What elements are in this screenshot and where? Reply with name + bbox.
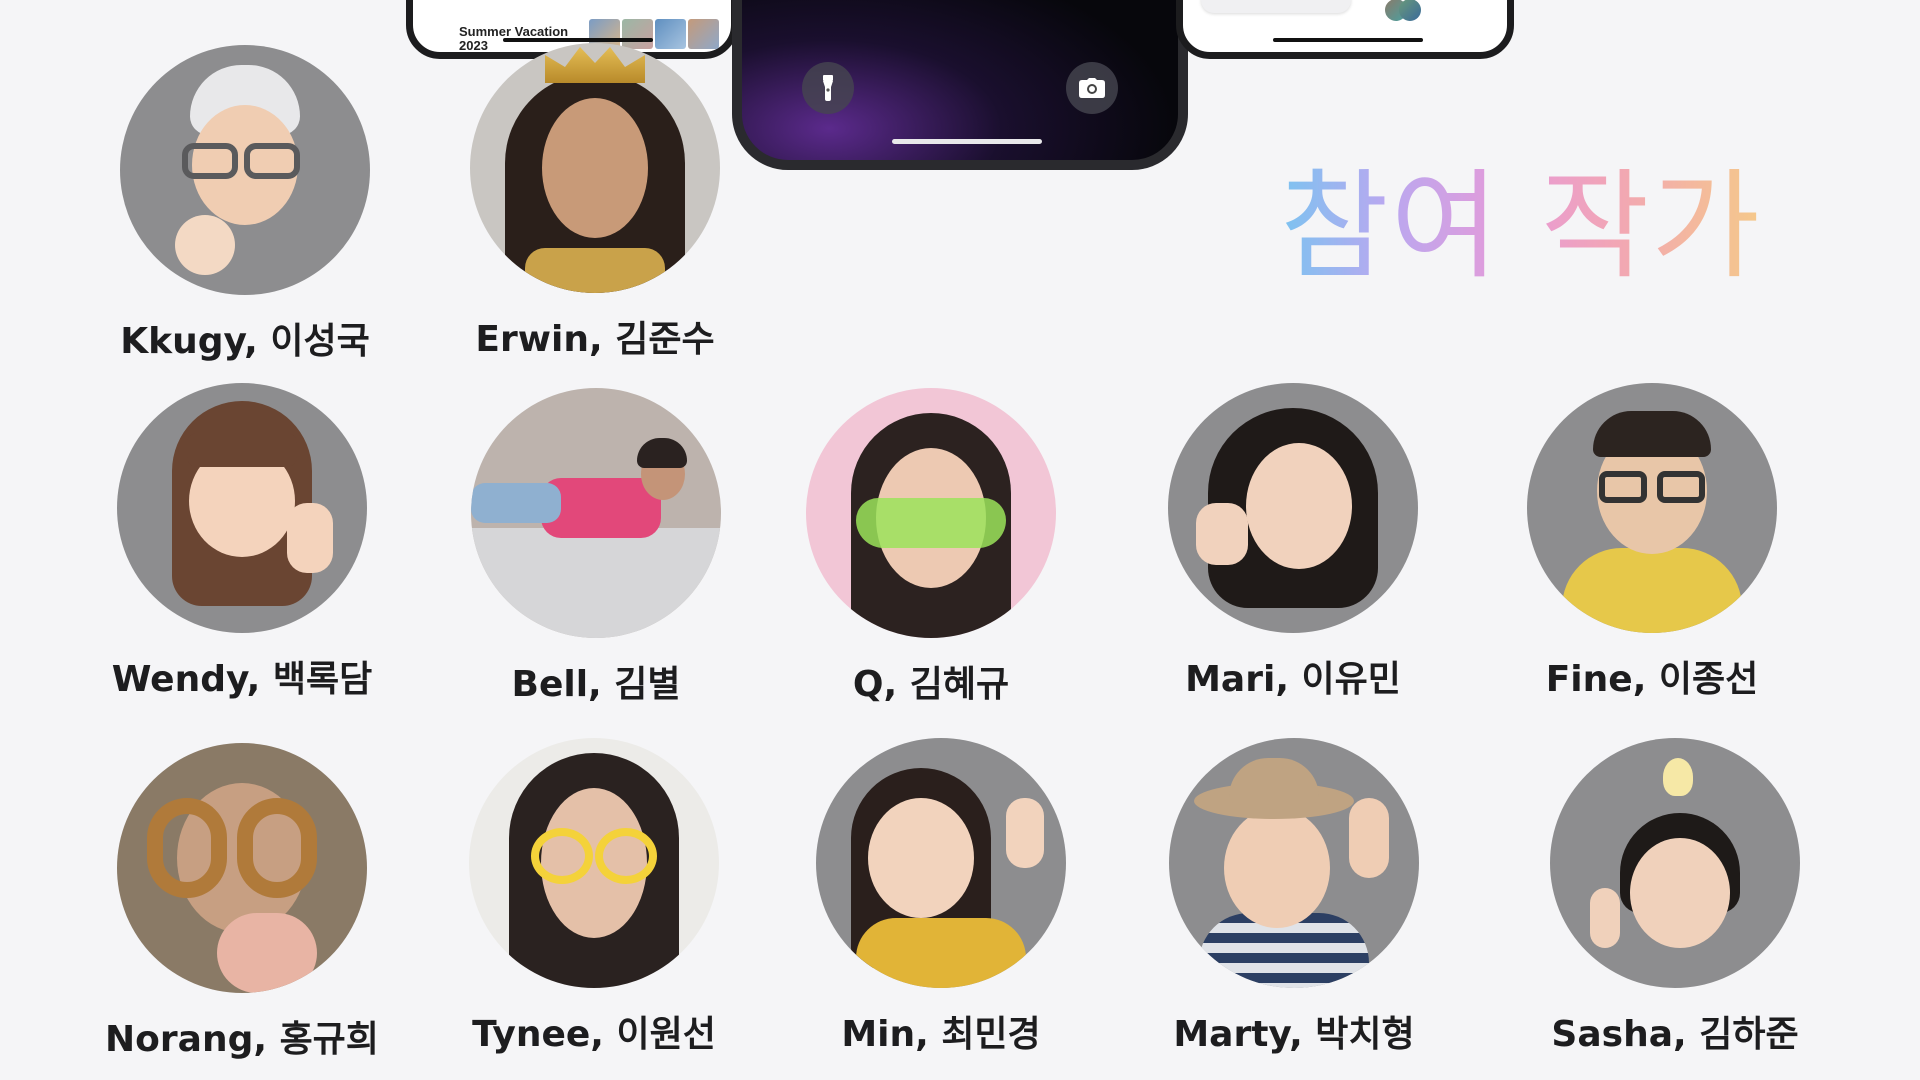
artist-card: Bell, 김별 bbox=[436, 388, 756, 708]
artist-card: Fine, 이종선 bbox=[1492, 383, 1812, 703]
memoji-avatar bbox=[1550, 738, 1800, 988]
artist-name: Norang, 홍규희 bbox=[105, 1019, 379, 1060]
artist-photo bbox=[117, 743, 367, 993]
camera-icon[interactable] bbox=[1066, 62, 1118, 114]
artist-name: Kkugy, 이성국 bbox=[120, 321, 370, 362]
artist-name: Erwin, 김준수 bbox=[475, 319, 715, 360]
phone-mockup-right bbox=[1176, 0, 1514, 59]
page-title: 참여 작가 bbox=[1280, 130, 1762, 301]
avatar bbox=[1399, 0, 1421, 21]
artist-photo bbox=[806, 388, 1056, 638]
artist-name: Min, 최민경 bbox=[841, 1014, 1041, 1055]
artist-name: Mari, 이유민 bbox=[1185, 659, 1401, 700]
memoji-avatar bbox=[1168, 383, 1418, 633]
artist-name: Bell, 김별 bbox=[511, 664, 681, 705]
artist-name: Wendy, 백록담 bbox=[111, 659, 373, 700]
artist-card: Kkugy, 이성국 bbox=[85, 45, 405, 365]
artist-name: Q, 김혜규 bbox=[852, 664, 1010, 705]
artist-card: Marty, 박치형 bbox=[1134, 738, 1454, 1058]
search-field bbox=[1201, 0, 1351, 13]
artist-card: Norang, 홍규희 bbox=[82, 743, 402, 1063]
home-indicator bbox=[892, 139, 1042, 144]
artist-card: Q, 김혜규 bbox=[771, 388, 1091, 708]
home-indicator bbox=[503, 38, 653, 42]
artist-name: Fine, 이종선 bbox=[1545, 659, 1759, 700]
memoji-avatar bbox=[117, 383, 367, 633]
memoji-avatar bbox=[120, 45, 370, 295]
artist-photo bbox=[469, 738, 719, 988]
phone-mockup-center bbox=[732, 0, 1188, 170]
home-indicator bbox=[1273, 38, 1423, 42]
artist-name: Sasha, 김하준 bbox=[1551, 1014, 1799, 1055]
flashlight-icon[interactable] bbox=[802, 62, 854, 114]
artist-name: Marty, 박치형 bbox=[1173, 1014, 1415, 1055]
memoji-avatar bbox=[816, 738, 1066, 988]
artist-card: Erwin, 김준수 bbox=[435, 43, 755, 363]
memoji-avatar bbox=[1527, 383, 1777, 633]
artist-card: Tynee, 이원선 bbox=[434, 738, 754, 1058]
artist-card: Wendy, 백록담 bbox=[82, 383, 402, 703]
artist-photo bbox=[470, 43, 720, 293]
artist-card: Sasha, 김하준 bbox=[1515, 738, 1835, 1058]
artist-card: Min, 최민경 bbox=[781, 738, 1101, 1058]
artist-name: Tynee, 이원선 bbox=[472, 1014, 716, 1055]
artist-card: Mari, 이유민 bbox=[1133, 383, 1453, 703]
memoji-avatar bbox=[1169, 738, 1419, 988]
artist-photo bbox=[471, 388, 721, 638]
